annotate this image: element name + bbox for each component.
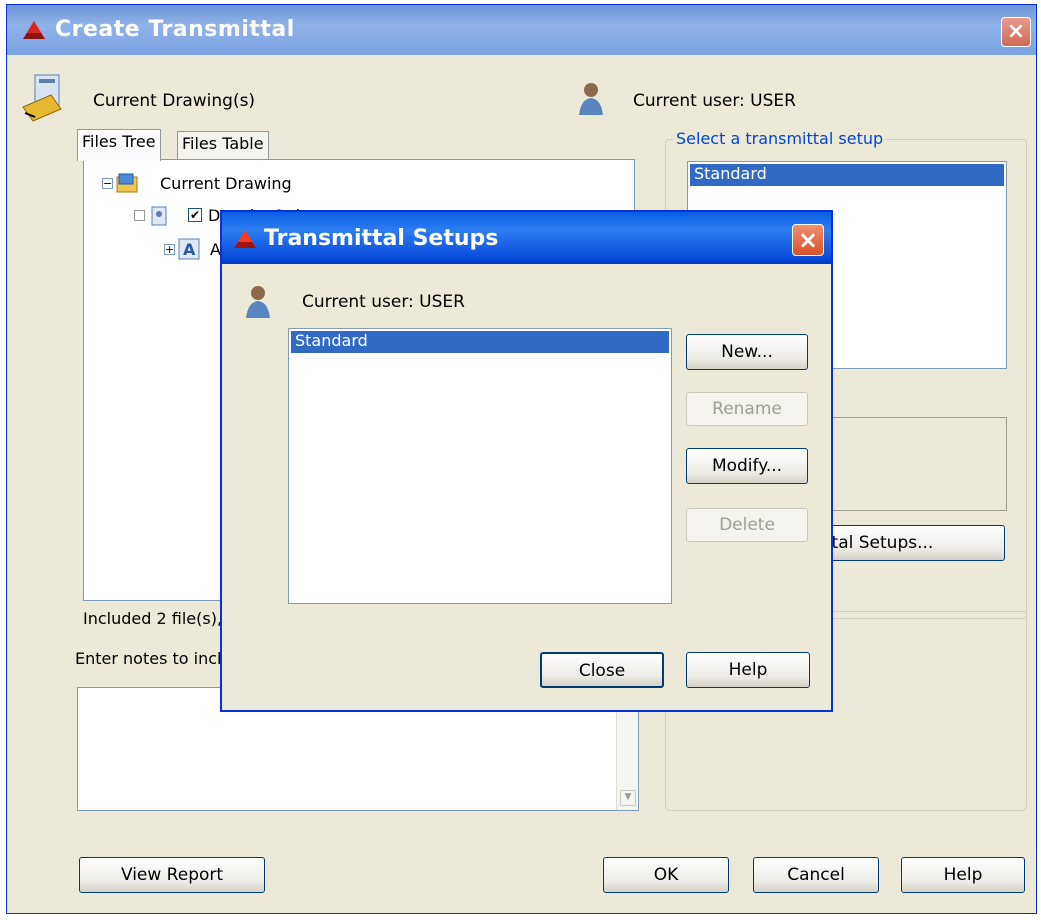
autocad-icon (21, 19, 47, 41)
tree-line-icon (134, 210, 145, 221)
close-icon[interactable]: × (1001, 17, 1031, 47)
help-button[interactable]: Help (901, 857, 1025, 893)
dwg-file-icon (150, 206, 168, 226)
tree-root-label[interactable]: Current Drawing (160, 174, 292, 193)
main-titlebar[interactable]: Create Transmittal × (7, 5, 1036, 55)
current-drawings-label: Current Drawing(s) (93, 91, 256, 111)
expand-icon[interactable]: + (164, 244, 175, 255)
dialog-close-icon[interactable]: × (792, 224, 824, 256)
drawing-icon (21, 73, 65, 123)
modify-button[interactable]: Modify... (686, 448, 808, 484)
rename-button[interactable]: Rename (686, 392, 808, 426)
tab-files-table[interactable]: Files Table (177, 131, 269, 159)
scroll-down-icon[interactable]: ▼ (620, 790, 636, 806)
new-button[interactable]: New... (686, 334, 808, 370)
setup-group-title: Select a transmittal setup (673, 129, 887, 148)
setup-item-standard[interactable]: Standard (690, 164, 1004, 186)
view-report-button[interactable]: View Report (79, 857, 265, 893)
dialog-title: Transmittal Setups (264, 226, 499, 251)
dialog-setups-list[interactable]: Standard (288, 328, 672, 604)
included-files-text: Included 2 file(s), (83, 609, 223, 628)
main-title: Create Transmittal (55, 17, 295, 42)
folder-icon (116, 172, 138, 194)
cancel-button[interactable]: Cancel (753, 857, 879, 893)
file-checkbox[interactable]: ✔ (188, 208, 202, 222)
ok-button[interactable]: OK (603, 857, 729, 893)
dialog-help-button[interactable]: Help (686, 652, 810, 688)
notes-label: Enter notes to incl (75, 649, 222, 668)
dialog-setup-item-standard[interactable]: Standard (291, 331, 669, 353)
dialog-user-icon (244, 284, 272, 320)
current-user-label: Current user: USER (633, 91, 796, 111)
collapse-icon[interactable]: − (102, 178, 113, 189)
dialog-titlebar[interactable]: Transmittal Setups × (222, 212, 831, 264)
dialog-autocad-icon (232, 228, 258, 250)
dialog-close-button[interactable]: Close (540, 652, 664, 688)
transmittal-setups-dialog: Transmittal Setups × Current user: USER … (220, 210, 833, 712)
font-icon: A (178, 238, 200, 260)
tab-files-tree[interactable]: Files Tree (77, 129, 161, 161)
dialog-current-user-label: Current user: USER (302, 292, 465, 312)
user-icon (577, 81, 605, 117)
svg-text:A: A (183, 240, 196, 259)
delete-button[interactable]: Delete (686, 508, 808, 542)
